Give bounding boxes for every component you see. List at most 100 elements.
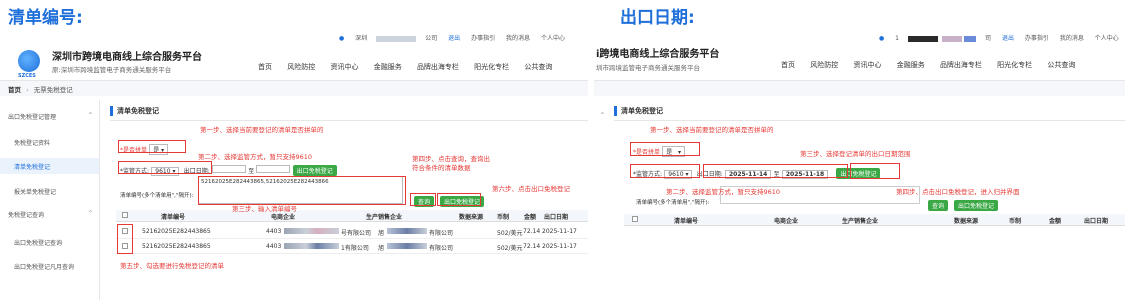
cell-ecom-suffix: 1有限公司 — [341, 245, 369, 252]
breadcrumb-home[interactable]: 首页 — [8, 86, 21, 94]
chevron-up-icon[interactable]: ^ — [88, 112, 93, 119]
nav-news[interactable]: 资讯中心 — [853, 60, 881, 70]
user-icon: ● — [339, 35, 345, 42]
annotation-box-mode — [118, 161, 212, 174]
nav-finance[interactable]: 金融服务 — [897, 60, 925, 70]
cell-ecom: 4403 — [266, 228, 282, 235]
col-date: 出口日期 — [1084, 218, 1109, 225]
right-list-label: 清单编号(多个清单用","隔开): — [636, 200, 710, 206]
table-header: 清单编号 电商企业 生产销售企业 数据来源 币制 金额 出口日期 — [116, 210, 588, 222]
brand-subtitle: 原:深圳市跨境监管电子商务通关服务平台 — [52, 66, 172, 74]
col-currency: 币制 — [497, 214, 510, 221]
chevron-up-icon[interactable]: ^ — [600, 112, 605, 119]
select-all-checkbox[interactable] — [632, 216, 638, 222]
date-from-input[interactable] — [211, 165, 246, 173]
profile-link[interactable]: 个人中心 — [1095, 35, 1119, 42]
sidebar-item-query[interactable]: 出口免税登记查询 — [6, 238, 62, 247]
annotation-step1: 第一步、选择当前要登记的清单是否拼单的 — [200, 126, 324, 134]
panel-title: 清单免税登记 — [117, 107, 159, 115]
annotation-step4: 第四步、点击查询，查询出符合条件的清单数据 — [412, 155, 490, 172]
topbar-company: 司 — [985, 35, 992, 42]
nav-finance[interactable]: 金融服务 — [374, 62, 402, 72]
right-brand-subtitle: 圳市跨境监管电子商务通关服务平台 — [596, 64, 700, 72]
logout-link[interactable]: 退出 — [448, 35, 460, 42]
col-source: 数据来源 — [954, 218, 979, 225]
annotation-box-list — [198, 176, 406, 205]
topbar-user: 深圳 — [355, 35, 368, 42]
chevron-up-icon[interactable]: ^ — [88, 210, 93, 217]
sidebar-group-export[interactable]: 出口免税登记管理 — [0, 112, 56, 121]
cell-producer-suffix: 有限公司 — [429, 245, 454, 252]
messages-link[interactable]: 我的消息 — [506, 35, 530, 42]
register-button[interactable]: 出口免税登记 — [954, 200, 999, 211]
cell-amount: 72.14 — [523, 243, 541, 250]
col-list-id: 清单编号 — [161, 214, 186, 221]
sidebar-item-list[interactable]: 清单免税登记 — [6, 162, 50, 171]
cell-id: 52162025E282443865 — [142, 243, 211, 250]
right-panel-title: 清单免税登记 — [621, 107, 663, 115]
col-date: 出口日期 — [544, 214, 569, 221]
sidebar-item-declaration[interactable]: 报关单免税登记 — [6, 187, 56, 196]
left-heading: 清单编号: — [8, 8, 83, 28]
user-icon: ● — [879, 35, 885, 42]
left-main-nav: 首页 风险防控 资讯中心 金融服务 品牌出海专栏 阳光化专栏 公共查询 — [245, 62, 552, 72]
date-to-input[interactable] — [256, 165, 291, 173]
nav-sunshine[interactable]: 阳光化专栏 — [474, 62, 509, 72]
breadcrumb: 首页 › 无票免税登记 — [8, 84, 73, 94]
select-all-checkbox[interactable] — [122, 212, 128, 218]
cell-ecom-suffix: 号有限公司 — [341, 230, 372, 237]
sidebar-item-data[interactable]: 免税登记资料 — [6, 138, 50, 147]
nav-brand[interactable]: 品牌出海专栏 — [940, 60, 982, 70]
profile-link[interactable]: 个人中心 — [541, 35, 565, 42]
nav-risk[interactable]: 风险防控 — [287, 62, 315, 72]
annotation-box-merge — [630, 142, 700, 156]
nav-risk[interactable]: 风险防控 — [810, 60, 838, 70]
col-ecom: 电商企业 — [774, 218, 799, 225]
col-ecom: 电商企业 — [271, 214, 296, 221]
table-row[interactable]: 52162025E282443865 4403 号有限公司 旭 有限公司 502… — [116, 225, 588, 239]
topbar-company: 公司 — [425, 35, 438, 42]
cell-date: 2025-11-17 — [542, 228, 577, 235]
guide-link[interactable]: 办事指引 — [471, 35, 495, 42]
annotation-step3: 第三步、选择登记清单的出口日期范围 — [800, 150, 911, 158]
register-button-top[interactable]: 出口免税登记 — [292, 165, 337, 176]
list-label: 清单编号(多个清单用","隔开): — [120, 193, 194, 199]
nav-home[interactable]: 首页 — [781, 60, 795, 70]
cell-producer: 旭 — [378, 245, 385, 252]
annotation-box-merge — [118, 140, 186, 153]
col-amount: 金额 — [1049, 218, 1062, 225]
cell-producer: 旭 — [378, 230, 385, 237]
logout-link[interactable]: 退出 — [1002, 35, 1014, 42]
table-row[interactable]: 52162025E282443865 4403 1有限公司 旭 有限公司 502… — [116, 240, 588, 254]
cell-ecom: 4403 — [266, 243, 282, 250]
right-brand-title: i跨境电商线上综合服务平台 — [596, 49, 720, 60]
annotation-box-date — [703, 164, 848, 178]
annotation-step3: 第三步、输入清单编号 — [232, 205, 297, 213]
cell-currency: 502/美元 — [497, 245, 523, 252]
annotation-box-query — [410, 193, 436, 206]
nav-query[interactable]: 公共查询 — [524, 62, 552, 72]
nav-news[interactable]: 资讯中心 — [330, 62, 358, 72]
nav-brand[interactable]: 品牌出海专栏 — [417, 62, 459, 72]
cell-date: 2025-11-17 — [542, 243, 577, 250]
cell-amount: 72.14 — [523, 228, 541, 235]
breadcrumb-separator: › — [26, 86, 29, 94]
cell-id: 52162025E282443865 — [142, 228, 211, 235]
left-sidebar: 出口免税登记管理 ^ 免税登记资料 清单免税登记 报关单免税登记 免税登记查询 … — [0, 100, 100, 300]
col-source: 数据来源 — [459, 214, 484, 221]
sidebar-item-monthly-query[interactable]: 出口免税登记凡月查询 — [6, 262, 74, 271]
annotation-step4: 第四步、点击出口免税登记，进入归并界面 — [896, 188, 1020, 196]
annotation-step2: 第二步、选择监管方式，暂只支持9610 — [198, 153, 313, 161]
col-producer: 生产销售企业 — [366, 214, 403, 221]
right-topbar: ● 1 司 退出 办事指引 我的消息 个人中心 — [870, 33, 1119, 42]
nav-home[interactable]: 首页 — [258, 62, 272, 72]
annotation-step6: 第六步、点击出口免税登记 — [492, 185, 570, 193]
col-amount: 金额 — [524, 214, 537, 221]
sidebar-group-query[interactable]: 免税登记查询 — [0, 210, 44, 219]
nav-query[interactable]: 公共查询 — [1047, 60, 1075, 70]
guide-link[interactable]: 办事指引 — [1025, 35, 1049, 42]
nav-sunshine[interactable]: 阳光化专栏 — [997, 60, 1032, 70]
messages-link[interactable]: 我的消息 — [1060, 35, 1084, 42]
right-table-header: 清单编号 电商企业 生产销售企业 数据来源 币制 金额 出口日期 — [624, 214, 1125, 226]
query-button[interactable]: 查询 — [928, 200, 949, 211]
